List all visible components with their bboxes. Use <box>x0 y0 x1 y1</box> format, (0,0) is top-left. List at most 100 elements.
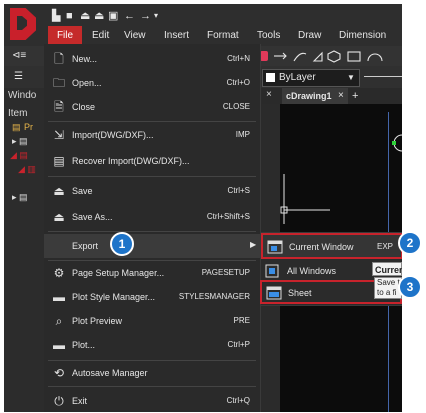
redo-icon[interactable]: → <box>140 10 151 22</box>
close-icon[interactable]: × <box>338 88 344 104</box>
menu-view[interactable]: View <box>124 28 146 44</box>
menu-item-export[interactable]: Export ▶ <box>44 234 260 258</box>
menu-item-open[interactable]: 🗀 Open... Ctrl+O <box>44 72 260 94</box>
plot-style-icon: ▬ <box>53 290 65 304</box>
tab-drawing[interactable]: cDrawing1 × <box>282 88 348 104</box>
menu-separator <box>48 176 256 177</box>
quick-open-icon[interactable]: ■ <box>66 10 73 22</box>
toolbar-left-icon[interactable]: ⊲≡ <box>12 46 26 66</box>
menu-item-label: Export <box>72 241 99 251</box>
crosshair-cursor <box>280 174 330 224</box>
menu-item-shortcut: Ctrl+N <box>227 54 250 63</box>
quick-access-dropdown-icon[interactable]: ▾ <box>154 10 158 22</box>
step-badge-1: 1 <box>110 232 134 256</box>
menu-item-plot[interactable]: ▬ Plot... Ctrl+P <box>44 334 260 356</box>
menu-item-label: New... <box>72 54 98 64</box>
menu-item-shortcut: STYLESMANAGER <box>178 292 250 301</box>
quick-saveas-icon[interactable]: ⏏ <box>94 10 104 22</box>
layer-select[interactable]: ByLayer ▼ <box>262 69 360 87</box>
menu-item-label: Recover Import(DWG/DXF)... <box>72 156 190 166</box>
quick-new-icon[interactable]: ▙ <box>52 10 60 22</box>
quick-save-icon[interactable]: ⏏ <box>80 10 90 22</box>
undo-icon[interactable]: ← <box>124 10 135 22</box>
layer-select-value: ByLayer <box>279 72 316 83</box>
chevron-down-icon: ▼ <box>347 73 355 82</box>
quick-print-icon[interactable]: ▣ <box>108 10 118 22</box>
plot-preview-icon: ⌕ <box>55 314 63 328</box>
submenu-item-label: All Windows <box>287 266 337 276</box>
menu-item-save-as[interactable]: ⏏ Save As... Ctrl+Shift+S <box>44 206 260 228</box>
menu-item-recover-import[interactable]: ▤ Recover Import(DWG/DXF)... <box>44 150 260 172</box>
current-window-icon <box>267 240 283 254</box>
tab-panel-close-icon[interactable]: × <box>266 89 272 100</box>
menu-item-label: Open... <box>72 78 102 88</box>
project-icon: ▤ <box>12 122 21 132</box>
tree-child-icon[interactable]: ◢ ▥ <box>18 164 36 175</box>
import-icon: ⇲ <box>53 128 65 142</box>
recover-import-icon: ▤ <box>53 154 65 168</box>
menu-edit[interactable]: Edit <box>92 28 109 44</box>
tooltip-title: Curren <box>372 262 402 276</box>
app-window: ▙ ■ ⏏ ⏏ ▣ ← → ▾ File Edit View Insert Fo… <box>4 4 402 412</box>
menu-file[interactable]: File <box>48 26 82 46</box>
menu-item-label: Autosave Manager <box>72 368 148 378</box>
step-badge-3: 3 <box>398 275 422 299</box>
menu-item-shortcut: PRE <box>233 316 250 325</box>
menu-item-autosave[interactable]: ⟲ Autosave Manager <box>44 362 260 384</box>
tab-drawing-label: cDrawing1 <box>286 91 332 101</box>
power-icon: ⏻ <box>54 394 64 408</box>
menu-separator <box>48 260 256 261</box>
menu-item-label: Page Setup Manager... <box>72 268 165 278</box>
lock-icon[interactable] <box>260 51 268 61</box>
save-icon: ⏏ <box>53 184 65 198</box>
menu-item-shortcut: PAGESETUP <box>201 268 250 277</box>
add-tab-icon[interactable]: + <box>352 88 358 104</box>
menu-item-shortcut: IMP <box>235 130 250 139</box>
file-menu: 🗋 New... Ctrl+N 🗀 Open... Ctrl+O 🗎 Close… <box>44 44 261 412</box>
menu-dimension[interactable]: Dimension <box>339 28 386 44</box>
autosave-icon: ⟲ <box>53 366 65 380</box>
menu-item-shortcut: Ctrl+O <box>226 78 250 87</box>
sheet-icon <box>266 286 282 300</box>
menu-item-label: Close <box>72 102 96 112</box>
menu-separator <box>48 386 256 387</box>
submenu-item-label: Sheet <box>288 288 312 298</box>
printer-icon: ▬ <box>53 338 65 352</box>
menu-item-label: Save <box>72 186 93 196</box>
submenu-item-current-window[interactable]: Current Window EXP <box>261 233 402 259</box>
menu-draw[interactable]: Draw <box>298 28 321 44</box>
menu-item-close[interactable]: 🗎 Close CLOSE <box>44 96 260 118</box>
tree-node-icon-2[interactable]: ▸ ▤ <box>12 192 28 203</box>
menu-item-label: Save As... <box>72 212 113 222</box>
menu-separator <box>48 360 256 361</box>
menu-tools[interactable]: Tools <box>257 28 280 44</box>
menu-item-plot-style[interactable]: ▬ Plot Style Manager... STYLESMANAGER <box>44 286 260 308</box>
menu-item-exit[interactable]: ⏻ Exit Ctrl+Q <box>44 390 260 412</box>
new-file-icon: 🗋 <box>54 52 64 66</box>
submenu-item-label: Current Window <box>289 242 354 252</box>
menu-item-shortcut: Ctrl+S <box>227 186 250 195</box>
linetype-preview[interactable] <box>364 76 402 77</box>
menu-format[interactable]: Format <box>207 28 239 44</box>
menu-item-import[interactable]: ⇲ Import(DWG/DXF)... IMP <box>44 124 260 146</box>
menu-item-label: Plot Preview <box>72 316 123 326</box>
canvas-circle-fragment <box>392 134 402 152</box>
close-document-icon: 🗎 <box>54 100 64 114</box>
menu-item-shortcut: Ctrl+Shift+S <box>206 212 250 221</box>
menu-insert[interactable]: Insert <box>164 28 189 44</box>
menu-separator <box>48 121 256 122</box>
window-label: Windo <box>8 90 37 101</box>
tree-node-icon[interactable]: ▸ ▤ <box>12 136 28 147</box>
step-badge-2: 2 <box>398 231 422 255</box>
menu-item-plot-preview[interactable]: ⌕ Plot Preview PRE <box>44 310 260 332</box>
all-windows-icon <box>265 264 279 278</box>
menu-item-new[interactable]: 🗋 New... Ctrl+N <box>44 48 260 70</box>
draw-tools-icons[interactable] <box>272 48 402 64</box>
menu-item-save[interactable]: ⏏ Save Ctrl+S <box>44 180 260 202</box>
menu-item-label: Plot... <box>72 340 96 350</box>
submenu-arrow-icon: ▶ <box>250 240 257 249</box>
menu-item-shortcut: Ctrl+P <box>227 340 250 349</box>
menu-item-page-setup[interactable]: ⚙ Page Setup Manager... PAGESETUP <box>44 262 260 284</box>
layers-icon[interactable]: ☰ <box>14 67 23 87</box>
tree-node-open-icon[interactable]: ◢ ▤ <box>10 150 28 161</box>
